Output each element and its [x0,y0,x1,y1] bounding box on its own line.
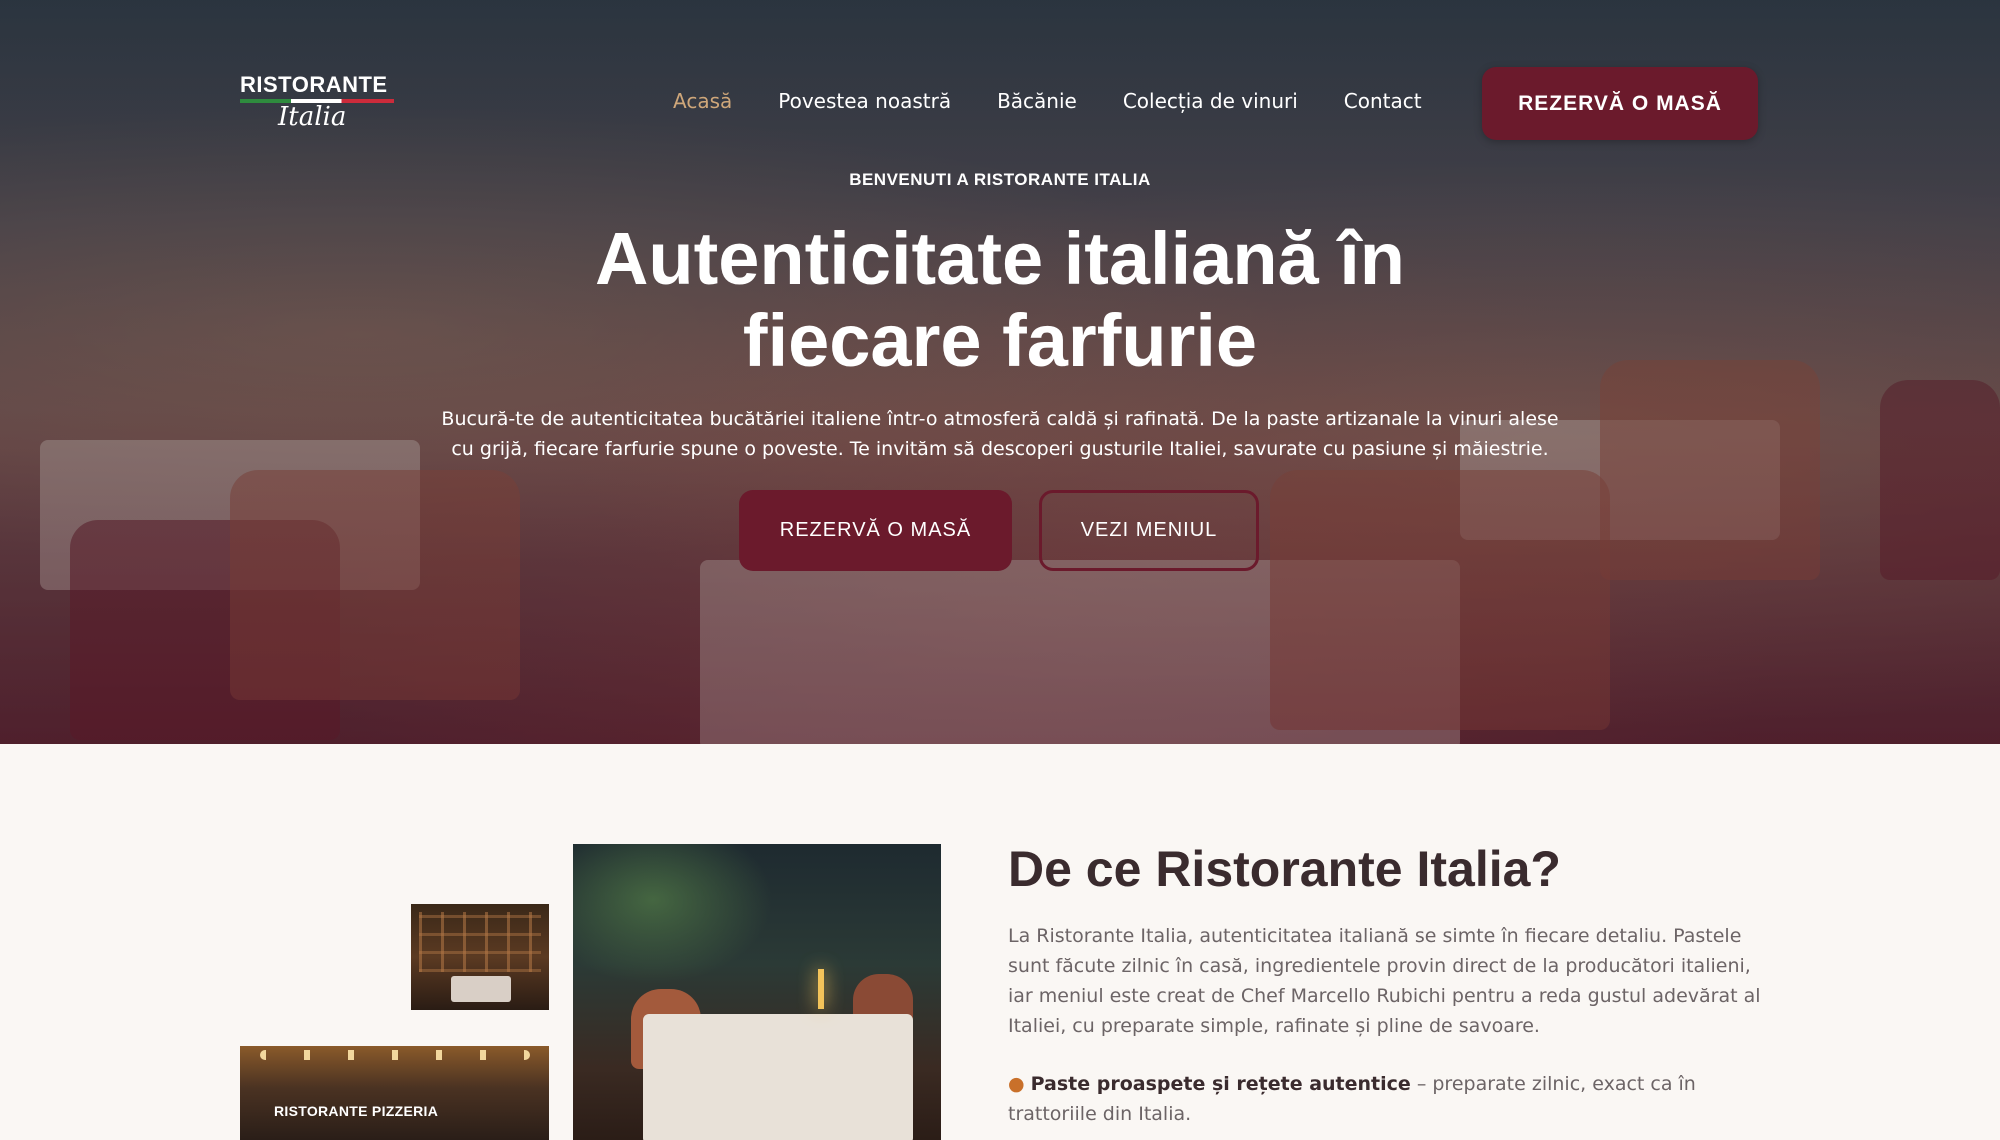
hero-section: RISTORANTE Italia Acasă Povestea noastră… [0,0,2000,744]
header-reserve-button[interactable]: REZERVĂ O MASĂ [1482,67,1758,140]
hero-kicker: BENVENUTI A RISTORANTE ITALIA [849,170,1151,189]
nav-item-contact[interactable]: Contact [1344,89,1422,113]
feature-title: Paste proaspete și rețete autentice [1030,1073,1411,1095]
why-body: La Ristorante Italia, autenticitatea ita… [1008,925,1761,1037]
wine-rack [419,912,541,972]
nav-item-grocery[interactable]: Băcănie [997,89,1077,113]
ceiling-lights [260,1050,530,1060]
pizzeria-facade-photo: RISTORANTE PIZZERIA [240,1046,549,1140]
brand-logo[interactable]: RISTORANTE Italia [240,72,400,136]
brand-script: Italia [278,102,347,132]
feature-point: ● Paste proaspete și rețete autentice – p… [1008,1069,1778,1129]
nav-item-wine-collection[interactable]: Colecția de vinuri [1123,89,1298,113]
pasta-bowl-icon: ● [1008,1073,1025,1095]
table-lamp [818,969,824,1009]
plant [573,844,773,984]
why-section: RISTORANTE PIZZERIA De ce Ristorante Ita… [0,744,2000,1140]
table-cloth [451,976,511,1002]
table-cloth [643,1014,913,1140]
hero-reserve-button[interactable]: REZERVĂ O MASĂ [739,490,1012,571]
hero-lead: Bucură-te de autenticitatea bucătăriei i… [441,408,1559,460]
why-title: De ce Ristorante Italia? [1008,841,1561,897]
dining-room-photo [573,844,941,1140]
view-menu-button[interactable]: VEZI MENIUL [1039,490,1259,571]
hero-title: Autenticitate italiană în fiecare farfur… [594,217,1406,382]
nav-item-our-story[interactable]: Povestea noastră [778,89,951,113]
nav-item-home[interactable]: Acasă [673,89,732,113]
brand-name: RISTORANTE [240,72,388,97]
main-menu: Acasă Povestea noastră Băcănie Colecția … [673,89,1468,113]
pizzeria-sign: RISTORANTE PIZZERIA [274,1103,439,1119]
wine-cellar-photo [411,904,549,1010]
